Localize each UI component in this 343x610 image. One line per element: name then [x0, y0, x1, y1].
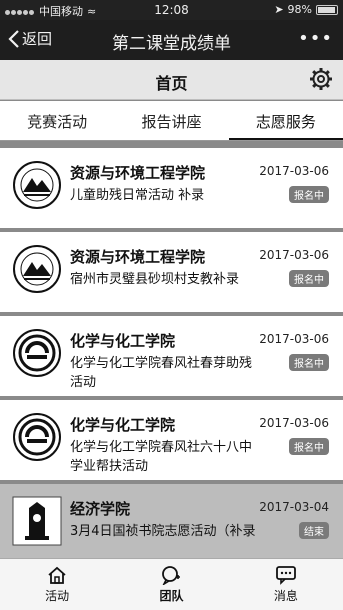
activity-title: 3月4日国祯书院志愿活动（补录 [70, 524, 256, 539]
tabbar-item-messages[interactable]: 消息 [229, 559, 343, 610]
activity-title: 化学与化工学院春风社六十八中学业帮扶活动 [70, 440, 253, 474]
activity-title: 宿州市灵璧县砂坝村支教补录 [70, 272, 240, 287]
battery-icon [316, 4, 338, 15]
tabbar-label: 活动 [45, 589, 70, 603]
college-name: 经济学院 [70, 500, 131, 518]
message-icon [275, 566, 296, 585]
list-item[interactable]: 化学与化工学院 2017-03-06 化学与化工学院春风社六十八中学业帮扶活动 … [0, 400, 343, 480]
more-menu-button[interactable]: ••• [298, 28, 333, 49]
tabbar-label: 消息 [273, 589, 298, 603]
status-badge: 报名中 [289, 186, 329, 203]
list-item[interactable]: 资源与环境工程学院 2017-03-06 儿童助残日常活动 补录 报名中 [0, 148, 343, 228]
college-name: 资源与环境工程学院 [70, 248, 206, 266]
tabbar-label: 团队 [159, 589, 184, 603]
status-badge: 报名中 [289, 354, 329, 371]
activity-list: 资源与环境工程学院 2017-03-06 儿童助残日常活动 补录 报名中 资源与… [0, 148, 343, 568]
home-icon [48, 566, 66, 584]
economics-logo-icon [12, 496, 62, 546]
college-name: 资源与环境工程学院 [70, 164, 206, 182]
location-icon: ➤ [274, 3, 284, 16]
college-name: 化学与化工学院 [70, 332, 176, 350]
activity-date: 2017-03-06 [259, 416, 329, 430]
status-bar: 中国移动 ≈ 12:08 ➤ 98% [0, 0, 343, 20]
activity-date: 2017-03-04 [259, 500, 329, 514]
battery-percent: 98% [287, 3, 312, 16]
college-name: 化学与化工学院 [70, 416, 176, 434]
activity-date: 2017-03-06 [259, 164, 329, 178]
category-tabs: 竞赛活动 报告讲座 志愿服务 [0, 101, 343, 141]
list-item[interactable]: 化学与化工学院 2017-03-06 化学与化工学院春风社春芽助残活动 报名中 [0, 316, 343, 396]
tab-lectures[interactable]: 报告讲座 [114, 101, 228, 140]
list-item[interactable]: 经济学院 2017-03-04 3月4日国祯书院志愿活动（补录 结束 [0, 484, 343, 564]
settings-gear-icon[interactable] [309, 67, 333, 91]
nav-title: 第二课堂成绩单 [112, 34, 231, 54]
activity-title: 儿童助残日常活动 补录 [70, 188, 205, 203]
page-header: 首页 [0, 60, 343, 100]
nav-bar: 返回 第二课堂成绩单 ••• [0, 20, 343, 60]
activity-title: 化学与化工学院春风社春芽助残活动 [70, 356, 253, 390]
status-right: ➤ 98% [274, 3, 338, 16]
seal-mountain-icon [13, 161, 61, 209]
page-title: 首页 [155, 74, 188, 93]
tab-competition[interactable]: 竞赛活动 [0, 101, 114, 140]
bottom-tab-bar: 活动 团队 消息 [0, 558, 343, 610]
status-badge: 报名中 [289, 438, 329, 455]
status-badge: 报名中 [289, 270, 329, 287]
status-badge: 结束 [299, 522, 329, 539]
activity-date: 2017-03-06 [259, 248, 329, 262]
team-chat-icon [162, 566, 181, 585]
tabbar-item-team[interactable]: 团队 [114, 559, 228, 610]
tabbar-item-activities[interactable]: 活动 [0, 559, 114, 610]
seal-chemistry-icon [13, 329, 61, 377]
tab-volunteer[interactable]: 志愿服务 [228, 101, 343, 140]
list-item[interactable]: 资源与环境工程学院 2017-03-06 宿州市灵璧县砂坝村支教补录 报名中 [0, 232, 343, 312]
seal-mountain-icon [13, 245, 61, 293]
seal-chemistry-icon [13, 413, 61, 461]
activity-date: 2017-03-06 [259, 332, 329, 346]
